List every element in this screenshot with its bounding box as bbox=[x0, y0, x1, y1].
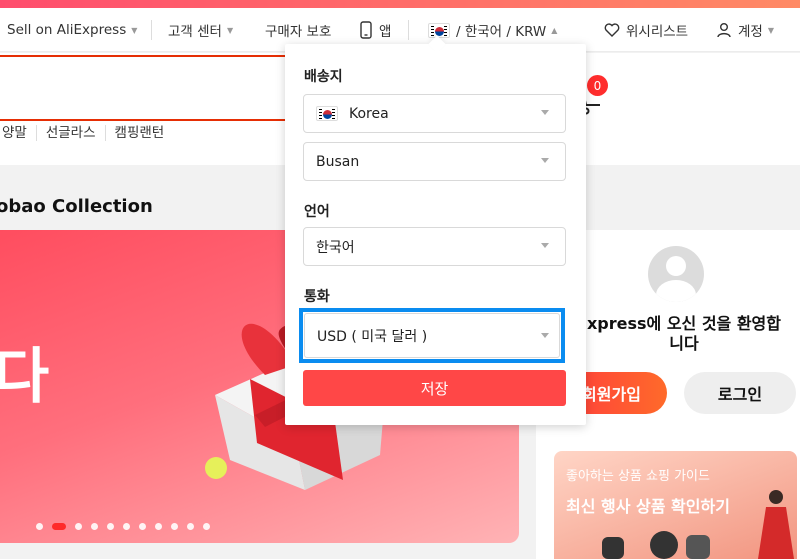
carousel-dot[interactable] bbox=[139, 523, 146, 530]
korea-flag-icon bbox=[428, 22, 450, 38]
top-promo-strip bbox=[0, 0, 800, 8]
promo-card[interactable]: 좋아하는 상품 쇼핑 가이드 최신 행사 상품 확인하기 bbox=[554, 451, 797, 559]
chevron-down-icon: ▼ bbox=[131, 25, 138, 35]
city-select[interactable]: Busan bbox=[303, 142, 566, 181]
buyer-protection-label: 구매자 보호 bbox=[265, 24, 332, 40]
sell-on-aliexpress-label: Sell on AliExpress bbox=[7, 22, 127, 38]
login-button[interactable]: 로그인 bbox=[684, 372, 796, 414]
welcome-message: xpress에 오신 것을 환영합 니다 bbox=[564, 314, 800, 354]
product-image bbox=[686, 535, 710, 559]
carousel-dot[interactable] bbox=[107, 523, 114, 530]
sell-on-aliexpress-link[interactable]: Sell on AliExpress ▼ bbox=[7, 8, 137, 52]
account-label: 계정 bbox=[738, 24, 763, 40]
currency-value: USD ( 미국 달러 ) bbox=[317, 328, 428, 345]
divider bbox=[151, 20, 152, 40]
product-image bbox=[602, 537, 624, 559]
locale-settings-dropdown: 배송지 Korea Busan 언어 한국어 통화 USD ( 미국 달러 ) … bbox=[285, 44, 586, 425]
phone-icon bbox=[360, 21, 372, 39]
cart-count-badge: 0 bbox=[587, 75, 608, 96]
wishlist-link[interactable]: 위시리스트 bbox=[604, 8, 688, 52]
account-menu[interactable]: 계정 ▼ bbox=[716, 8, 774, 52]
quick-link[interactable]: 캠핑랜턴 bbox=[106, 125, 174, 141]
promo-subtitle: 좋아하는 상품 쇼핑 가이드 bbox=[566, 469, 710, 484]
carousel-dot[interactable] bbox=[75, 523, 82, 530]
decorative-dot bbox=[205, 457, 227, 479]
carousel-dot[interactable] bbox=[155, 523, 162, 530]
welcome-line: 니다 bbox=[669, 334, 699, 353]
save-button[interactable]: 저장 bbox=[303, 370, 566, 406]
banner-text: 다 bbox=[0, 342, 50, 412]
customer-center-label: 고객 센터 bbox=[168, 24, 222, 40]
quick-link[interactable]: 선글라스 bbox=[37, 125, 106, 141]
city-value: Busan bbox=[316, 153, 360, 170]
customer-center-link[interactable]: 고객 센터 ▼ bbox=[168, 8, 233, 52]
avatar bbox=[648, 246, 704, 302]
korea-flag-icon bbox=[316, 106, 338, 121]
chevron-down-icon bbox=[541, 333, 549, 338]
chevron-down-icon bbox=[541, 110, 549, 115]
carousel-dot[interactable] bbox=[171, 523, 178, 530]
chevron-down-icon: ▼ bbox=[226, 25, 234, 35]
welcome-line: xpress에 오신 것을 환영합 bbox=[586, 314, 782, 333]
locale-label: / 한국어 / KRW bbox=[456, 24, 547, 40]
app-label: 앱 bbox=[379, 24, 392, 40]
language-select[interactable]: 한국어 bbox=[303, 227, 566, 266]
chevron-down-icon bbox=[541, 243, 549, 248]
carousel-dot[interactable] bbox=[187, 523, 194, 530]
currency-label: 통화 bbox=[304, 289, 330, 305]
heart-icon bbox=[604, 23, 620, 37]
product-image bbox=[650, 531, 678, 559]
promo-title: 최신 행사 상품 확인하기 bbox=[566, 497, 730, 516]
language-label: 언어 bbox=[304, 204, 330, 220]
user-icon bbox=[717, 23, 731, 38]
carousel-dot[interactable] bbox=[52, 523, 66, 530]
quick-link[interactable]: 양말 bbox=[0, 125, 37, 141]
country-select[interactable]: Korea bbox=[303, 94, 566, 133]
wishlist-label: 위시리스트 bbox=[626, 24, 689, 40]
divider bbox=[408, 20, 409, 40]
carousel-dot[interactable] bbox=[123, 523, 130, 530]
currency-select[interactable]: USD ( 미국 달러 ) bbox=[299, 308, 565, 363]
chevron-down-icon: ▼ bbox=[767, 25, 774, 35]
ship-to-label: 배송지 bbox=[304, 69, 343, 85]
model-image bbox=[758, 490, 794, 559]
section-title: obao Collection bbox=[0, 196, 153, 217]
country-value: Korea bbox=[349, 105, 389, 122]
quick-links: 양말 선글라스 캠핑랜턴 bbox=[0, 125, 173, 141]
chevron-up-icon: ▲ bbox=[551, 25, 558, 35]
chevron-down-icon bbox=[541, 158, 549, 163]
carousel-dot[interactable] bbox=[203, 523, 210, 530]
carousel-dot[interactable] bbox=[36, 523, 43, 530]
carousel-dot[interactable] bbox=[91, 523, 98, 530]
language-value: 한국어 bbox=[316, 239, 355, 256]
carousel-indicators[interactable] bbox=[36, 523, 210, 530]
